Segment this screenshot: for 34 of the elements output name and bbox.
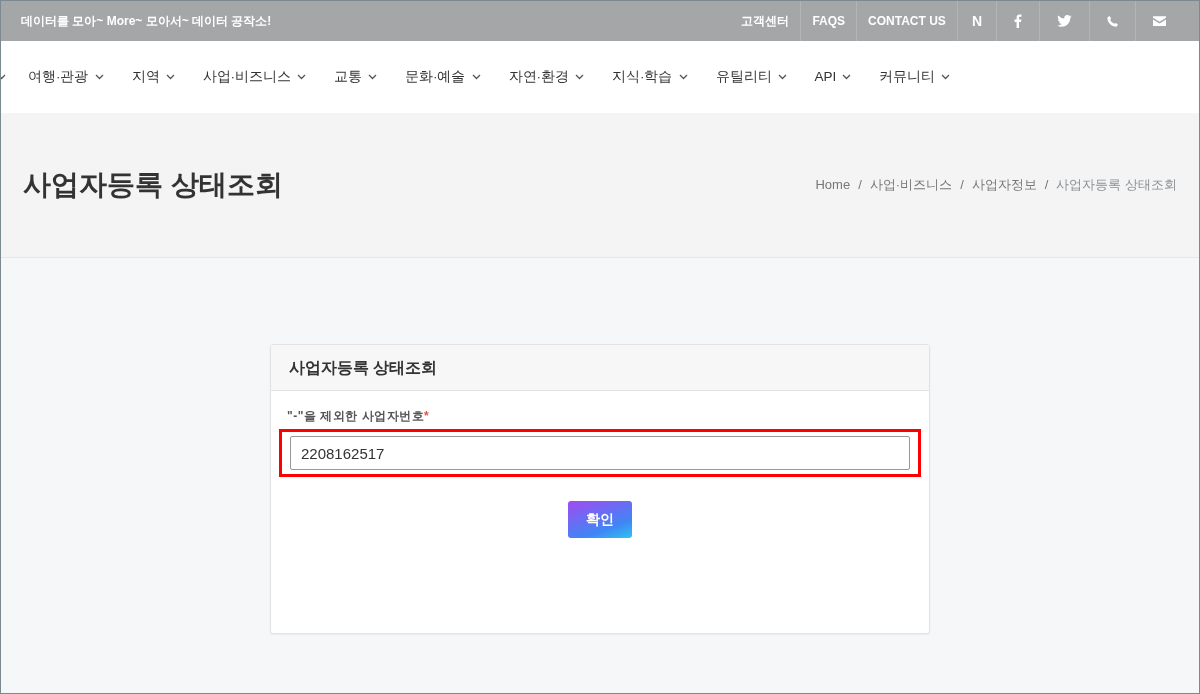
breadcrumb-current: 사업자등록 상태조회 xyxy=(1056,176,1177,195)
card-title: 사업자등록 상태조회 xyxy=(271,345,929,391)
nav-menu-item[interactable]: 커뮤니티 xyxy=(865,66,965,88)
nav-menu-item[interactable]: 지역 xyxy=(117,66,189,88)
chevron-down-icon xyxy=(165,74,175,80)
site-slogan: 데이터를 모아~ More~ 모아서~ 데이터 공작소! xyxy=(21,13,272,30)
nav-menu-item[interactable]: 사업·비즈니스 xyxy=(188,66,320,88)
nav-menu-item[interactable]: 자연·환경 xyxy=(494,66,598,88)
breadcrumb-link[interactable]: 사업·비즈니스 xyxy=(869,175,953,195)
chevron-down-icon xyxy=(842,74,852,80)
chevron-down-icon xyxy=(777,74,787,80)
nav-menu-item[interactable]: 문화·예술 xyxy=(391,66,495,88)
chevron-down-icon xyxy=(94,74,104,80)
nav-menu-item[interactable]: API xyxy=(800,66,866,88)
breadcrumb-separator: / xyxy=(858,176,862,195)
nav-menu-item[interactable]: 교통 xyxy=(320,66,391,88)
confirm-button[interactable]: 확인 xyxy=(568,501,632,538)
breadcrumb-separator: / xyxy=(1044,176,1049,195)
nav-menu-item[interactable]: 여행·관광 xyxy=(14,66,118,88)
page-title: 사업자등록 상태조회 xyxy=(23,168,283,202)
breadcrumb-link[interactable]: 사업자정보 xyxy=(971,175,1037,195)
breadcrumb-separator: / xyxy=(960,176,964,195)
required-mark: * xyxy=(424,409,430,423)
business-number-field[interactable]: 2208162517 xyxy=(290,436,910,470)
chevron-down-icon xyxy=(368,74,377,80)
chevron-down-icon xyxy=(297,74,306,80)
nav-menu-item[interactable]: 유틸리티 xyxy=(701,66,801,88)
field-label: "-"을 제외한 사업자번호* xyxy=(286,408,431,425)
chevron-down-icon xyxy=(941,74,951,80)
breadcrumb-link[interactable]: Home xyxy=(815,175,851,195)
chevron-down-icon xyxy=(575,74,584,80)
nav-menu-item[interactable]: 지식·학습 xyxy=(598,66,702,88)
chevron-down-icon xyxy=(678,74,688,80)
chevron-down-icon xyxy=(471,74,481,80)
